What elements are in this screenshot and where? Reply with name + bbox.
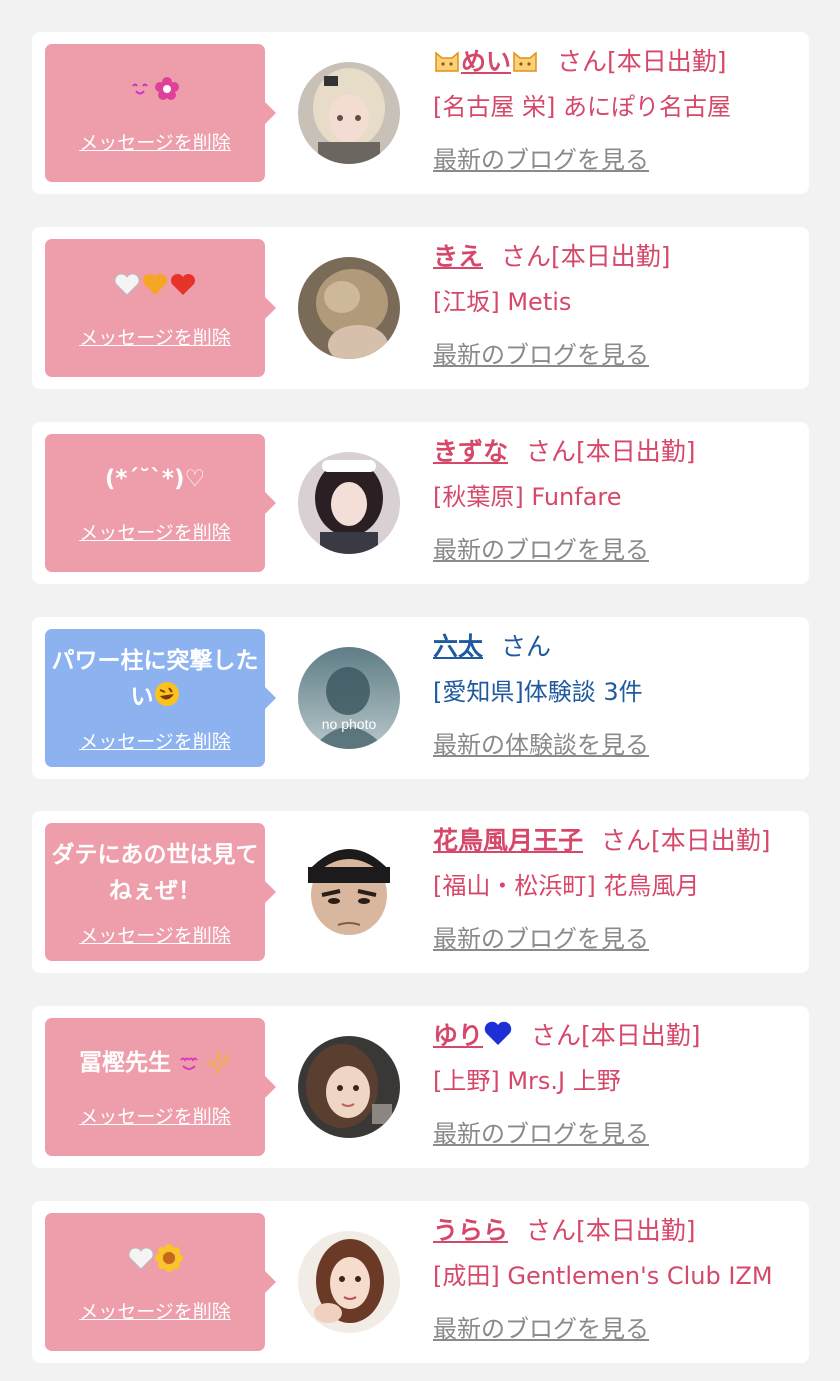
cast-info: ゆり さん[本日出勤] [上野] Mrs.J 上野 最新のブログを見る	[433, 1016, 799, 1154]
heart-eyes-emoji-icon	[180, 1057, 198, 1070]
shop-label: [上野] Mrs.J 上野	[433, 1067, 621, 1095]
cast-name-link[interactable]: ゆり	[433, 1021, 513, 1050]
review-count-label: [愛知県]体験談 3件	[433, 678, 643, 706]
message-card: メッセージを削除 きえ さん[本日出勤] [江坂] Metis 最新のブログを見る	[32, 227, 809, 389]
rolling-laughing-emoji-icon	[154, 682, 179, 706]
shop-label: [秋葉原] Funfare	[433, 483, 622, 511]
cast-name-link[interactable]: 花鳥風月王子	[433, 826, 583, 855]
delete-message-link[interactable]: メッセージを削除	[45, 727, 265, 754]
bubble-message	[51, 1213, 259, 1303]
message-card: (*´˘`*)♡ メッセージを削除 きずな さん[本日出勤] [秋葉原] Funf…	[32, 422, 809, 584]
delete-message-link[interactable]: メッセージを削除	[45, 1297, 265, 1324]
delete-message-link[interactable]: メッセージを削除	[45, 128, 265, 155]
delete-message-link[interactable]: メッセージを削除	[45, 323, 265, 350]
latest-blog-link[interactable]: 最新のブログを見る	[433, 140, 649, 180]
name-suffix: さん[本日出勤]	[501, 242, 671, 271]
cast-name-link[interactable]: うらら	[433, 1216, 508, 1245]
name-suffix: さん[本日出勤]	[526, 437, 696, 466]
name-suffix: さん	[501, 632, 552, 661]
no-photo-label: no photo	[322, 716, 377, 732]
white-heart-emoji-icon	[128, 1247, 154, 1270]
message-bubble: メッセージを削除	[45, 1213, 276, 1351]
message-card: メッセージを削除 うらら さん[本日出勤] [成田] Gentlemen's Cl…	[32, 1201, 809, 1363]
red-heart-emoji-icon	[170, 273, 196, 295]
cast-info: きずな さん[本日出勤] [秋葉原] Funfare 最新のブログを見る	[433, 432, 799, 570]
latest-blog-link[interactable]: 最新のブログを見る	[433, 1309, 649, 1349]
shop-label: [江坂] Metis	[433, 288, 572, 316]
name-suffix: さん[本日出勤]	[526, 1216, 696, 1245]
avatar[interactable]	[298, 257, 400, 359]
sunflower-emoji-icon	[155, 1244, 183, 1272]
message-bubble: (*´˘`*)♡ メッセージを削除	[45, 434, 276, 572]
bubble-message: 冨樫先生	[51, 1018, 259, 1108]
delete-message-link[interactable]: メッセージを削除	[45, 921, 265, 948]
latest-blog-link[interactable]: 最新のブログを見る	[433, 1114, 649, 1154]
message-bubble: 冨樫先生 メッセージを削除	[45, 1018, 276, 1156]
latest-blog-link[interactable]: 最新のブログを見る	[433, 335, 649, 375]
avatar[interactable]: no photo	[298, 647, 400, 749]
message-bubble: パワー柱に突撃したい メッセージを削除	[45, 629, 276, 767]
shop-label: [名古屋 栄] あにぽり名古屋	[433, 93, 731, 121]
blue-heart-emoji-icon	[484, 1021, 512, 1045]
avatar[interactable]	[298, 1231, 400, 1333]
bubble-message: ダテにあの世は見てねぇぜ！	[51, 842, 259, 904]
cast-name-link[interactable]: きえ	[433, 242, 483, 271]
delete-message-link[interactable]: メッセージを削除	[45, 1102, 265, 1129]
message-bubble: ダテにあの世は見てねぇぜ！ メッセージを削除	[45, 823, 276, 961]
avatar[interactable]	[298, 452, 400, 554]
cast-info: 花鳥風月王子 さん[本日出勤] [福山・松浜町] 花鳥風月 最新のブログを見る	[433, 821, 799, 959]
bubble-message: パワー柱に突撃したい	[51, 633, 259, 725]
message-card: 冨樫先生 メッセージを削除 ゆり さん[本日出勤] [上野] Mrs.J 上野 最…	[32, 1006, 809, 1168]
bubble-message	[51, 239, 259, 329]
bubble-message: (*´˘`*)♡	[104, 466, 206, 492]
delete-message-link[interactable]: メッセージを削除	[45, 518, 265, 545]
message-card: ダテにあの世は見てねぇぜ！ メッセージを削除 花鳥風月王子 さん[本日出勤] [福…	[32, 811, 809, 973]
message-card: メッセージを削除 めい さん[本日出勤] [名古屋 栄] あにぽり名古屋 最新のブ…	[32, 32, 809, 194]
latest-review-link[interactable]: 最新の体験談を見る	[433, 725, 649, 765]
cat-face-emoji-icon	[513, 51, 537, 72]
avatar[interactable]	[298, 841, 400, 943]
flower-emoji-icon	[155, 77, 179, 100]
latest-blog-link[interactable]: 最新のブログを見る	[433, 530, 649, 570]
message-list: メッセージを削除 めい さん[本日出勤] [名古屋 栄] あにぽり名古屋 最新のブ…	[0, 0, 840, 1381]
cat-face-emoji-icon	[435, 51, 459, 72]
name-suffix: さん[本日出勤]	[557, 47, 727, 76]
cast-name-link[interactable]: きずな	[433, 437, 508, 466]
message-bubble: メッセージを削除	[45, 44, 276, 182]
sparkles-emoji-icon	[206, 1051, 230, 1075]
cast-info: めい さん[本日出勤] [名古屋 栄] あにぽり名古屋 最新のブログを見る	[433, 42, 799, 180]
shop-label: [福山・松浜町] 花鳥風月	[433, 872, 700, 900]
cast-info: うらら さん[本日出勤] [成田] Gentlemen's Club IZM 最新…	[433, 1211, 799, 1349]
avatar[interactable]	[298, 62, 400, 164]
name-suffix: さん[本日出勤]	[531, 1021, 701, 1050]
bubble-message	[51, 44, 259, 134]
cast-info: きえ さん[本日出勤] [江坂] Metis 最新のブログを見る	[433, 237, 799, 375]
orange-heart-emoji-icon	[142, 273, 168, 295]
name-suffix: さん[本日出勤]	[601, 826, 771, 855]
message-card: パワー柱に突撃したい メッセージを削除 no photo 六太 さん [愛知県]体…	[32, 617, 809, 779]
cast-name: ゆり	[433, 1021, 484, 1050]
user-name-link[interactable]: 六太	[433, 632, 483, 661]
message-bubble: メッセージを削除	[45, 239, 276, 377]
message-text: 冨樫先生	[79, 1050, 171, 1076]
shop-label: [成田] Gentlemen's Club IZM	[433, 1262, 773, 1290]
cast-name-link[interactable]: めい	[433, 47, 539, 76]
avatar[interactable]	[298, 1036, 400, 1138]
cast-name: めい	[461, 47, 512, 76]
smile-emoji-icon	[132, 83, 148, 95]
white-heart-emoji-icon	[114, 273, 140, 296]
cast-info: 六太 さん [愛知県]体験談 3件 最新の体験談を見る	[433, 627, 799, 765]
latest-blog-link[interactable]: 最新のブログを見る	[433, 919, 649, 959]
